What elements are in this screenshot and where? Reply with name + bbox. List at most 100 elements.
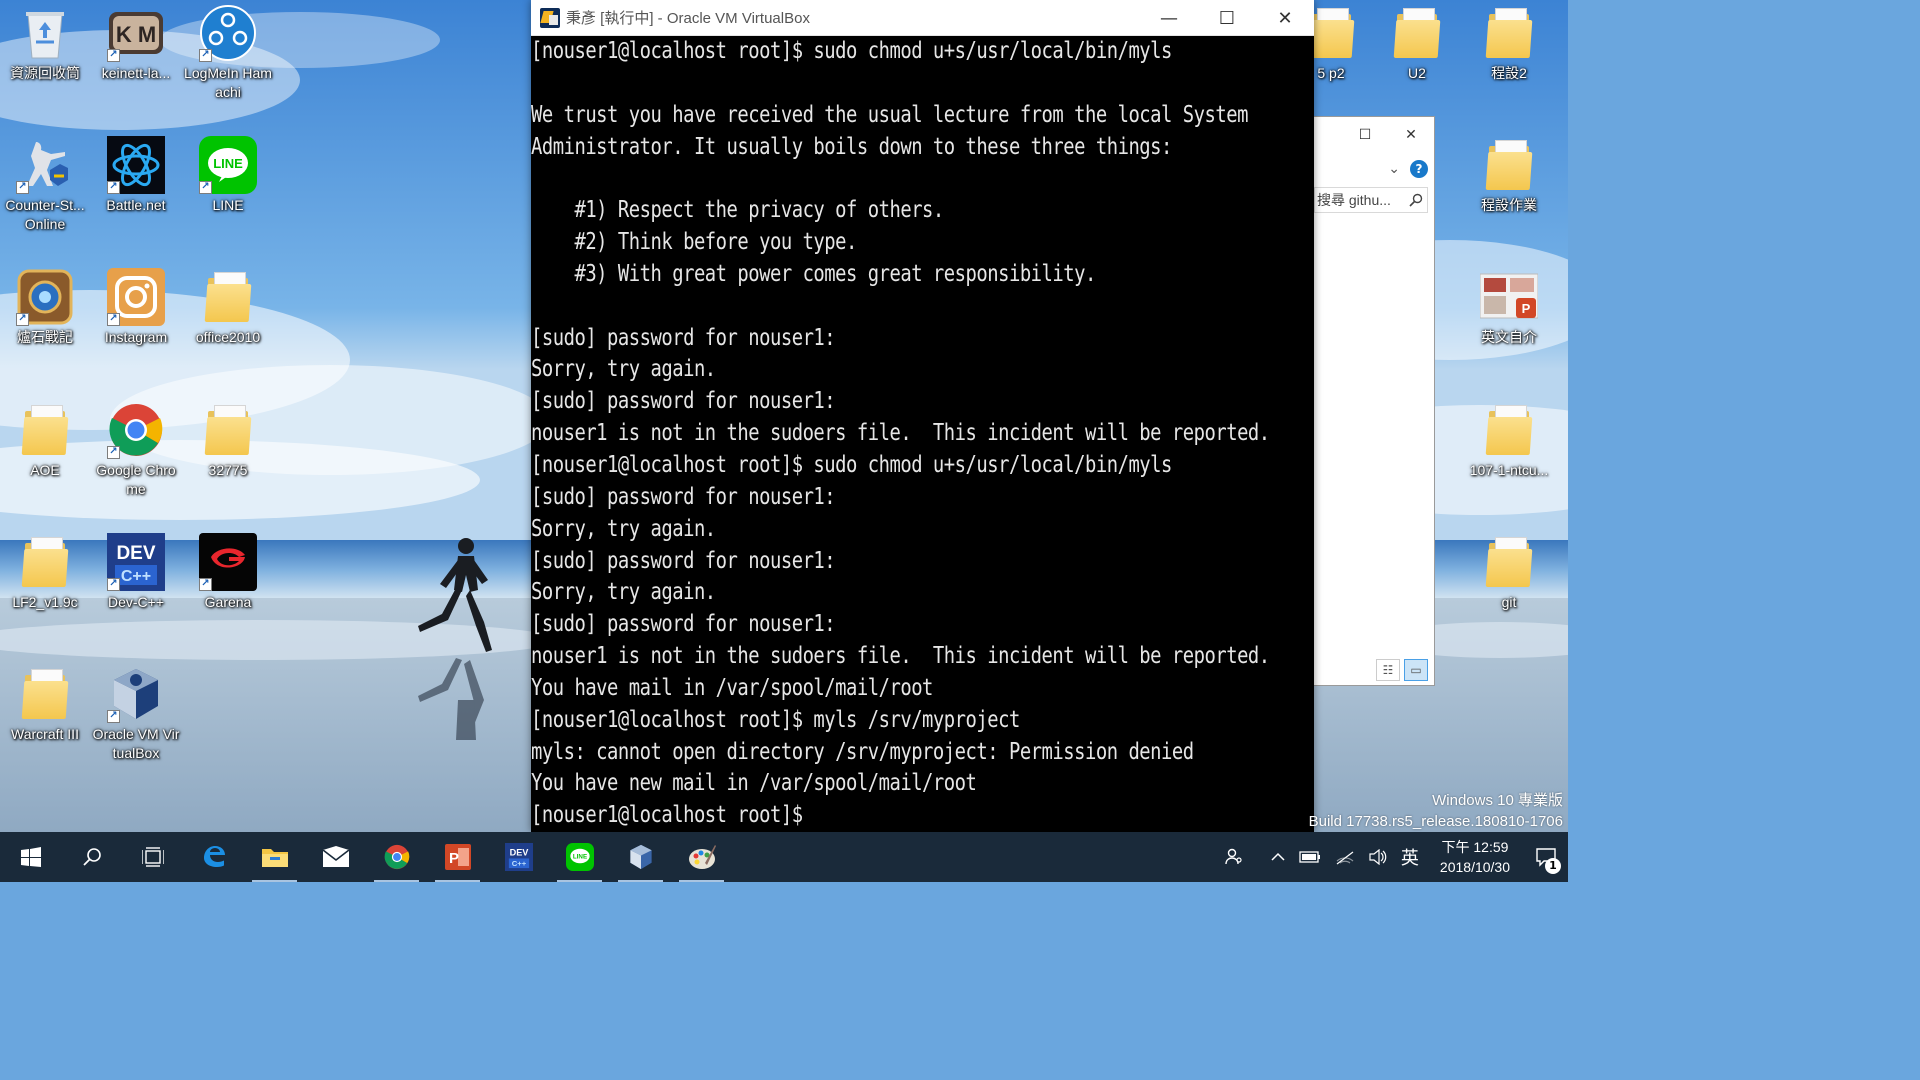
people-icon[interactable] (1217, 832, 1251, 882)
desktop-icon[interactable]: ↗ Instagram (91, 268, 181, 347)
taskbar-edge[interactable] (183, 832, 244, 882)
folder-icon (1480, 533, 1538, 591)
desktop-icon[interactable]: AOE (0, 401, 90, 480)
notification-count-badge: 1 (1545, 858, 1561, 874)
virtualbox-icon (627, 843, 655, 871)
vm-titlebar[interactable]: 秉彥 [執行中] - Oracle VM VirtualBox — ☐ ✕ (531, 0, 1314, 36)
taskbar-file-explorer[interactable] (244, 832, 305, 882)
explorer-search-input[interactable]: 搜尋 githu... (1314, 187, 1428, 213)
folder-icon (16, 533, 74, 591)
desktop-icon[interactable]: 程設2 (1464, 4, 1554, 83)
view-toggle: ☷ ▭ (1376, 659, 1428, 681)
terminal-line: [sudo] password for nouser1: (531, 547, 836, 574)
maximize-button[interactable]: ☐ (1198, 0, 1256, 36)
desktop-icon[interactable]: ↗ Google Chrome (91, 401, 181, 499)
virtualbox-vm-window[interactable]: 秉彥 [執行中] - Oracle VM VirtualBox — ☐ ✕ [n… (531, 0, 1314, 832)
explorer-titlebar: ☐ ✕ (1314, 117, 1434, 153)
shortcut-arrow-icon: ↗ (107, 313, 120, 326)
details-view-button[interactable]: ☷ (1376, 659, 1400, 681)
minimize-button[interactable]: — (1140, 0, 1198, 36)
start-button[interactable] (0, 832, 61, 882)
desktop-icon-label: 爐石戰記 (17, 329, 73, 345)
chrome-icon: ↗ (107, 401, 165, 459)
shortcut-arrow-icon: ↗ (107, 181, 120, 194)
hearthstone-icon: ↗ (16, 268, 74, 326)
volume-icon[interactable] (1362, 832, 1394, 882)
desktop-icon[interactable]: git (1464, 533, 1554, 612)
explorer-maximize-button[interactable]: ☐ (1342, 119, 1388, 151)
svg-text:P: P (1522, 301, 1531, 316)
svg-text:C++: C++ (511, 859, 526, 868)
shortcut-arrow-icon: ↗ (107, 710, 120, 723)
desktop-icon[interactable]: ↗ Garena (183, 533, 273, 612)
terminal-line: Administrator. It usually boils down to … (531, 133, 1172, 160)
devcpp-icon: DEV C++ (504, 843, 533, 871)
desktop-icon-label: Garena (204, 594, 252, 610)
search-button[interactable] (61, 832, 122, 882)
line-icon: LINE ↗ (199, 136, 257, 194)
svg-text:P: P (448, 850, 458, 867)
taskbar-virtualbox[interactable] (610, 832, 671, 882)
desktop-icon[interactable]: ↗ LogMeIn Hamachi (183, 4, 273, 102)
terminal-line: Sorry, try again. (531, 356, 716, 383)
desktop-icon[interactable]: ↗ Battle.net (91, 136, 181, 215)
terminal-line: myls: cannot open directory /srv/myproje… (531, 738, 1194, 765)
desktop-icon[interactable]: P 英文自介 (1464, 268, 1554, 347)
desktop-icon-label: 107-1-ntcu... (1469, 462, 1549, 478)
desktop-icon[interactable]: U2 (1372, 4, 1462, 83)
ime-indicator[interactable]: 英 (1394, 832, 1426, 882)
terminal-line: nouser1 is not in the sudoers file. This… (531, 420, 1270, 447)
desktop-icon[interactable]: K M ↗ keinett-la... (91, 4, 181, 83)
virtualbox-app-icon (540, 7, 560, 28)
virtualbox-icon: ↗ (107, 665, 165, 723)
desktop-icon[interactable]: ↗ Counter-St... Online (0, 136, 90, 234)
taskbar-line[interactable]: LINE (549, 832, 610, 882)
clock[interactable]: 下午 12:59 2018/10/30 (1426, 837, 1524, 877)
desktop-icon-label: Battle.net (106, 197, 166, 213)
desktop-icon[interactable]: 資源回收筒 (0, 4, 90, 83)
vm-window-title: 秉彥 [執行中] - Oracle VM VirtualBox (566, 10, 810, 27)
desktop-icon[interactable]: LINE ↗ LINE (183, 136, 273, 215)
help-icon[interactable]: ? (1410, 160, 1428, 178)
taskbar-devcpp[interactable]: DEV C++ (488, 832, 549, 882)
vm-terminal-screen[interactable]: [nouser1@localhost root]$ sudo chmod u+s… (531, 36, 1314, 832)
taskbar-chrome[interactable] (366, 832, 427, 882)
desktop-icon[interactable]: LF2_v1.9c (0, 533, 90, 612)
terminal-line: nouser1 is not in the sudoers file. This… (531, 643, 1270, 670)
explorer-close-button[interactable]: ✕ (1388, 119, 1434, 151)
terminal-line: #1) Respect the privacy of others. (531, 197, 944, 224)
desktop-icon[interactable]: ↗ Oracle VM VirtualBox (91, 665, 181, 763)
task-view-icon (141, 847, 164, 867)
folder-icon (1480, 136, 1538, 194)
desktop-icon[interactable]: DEV C++ ↗ Dev-C++ (91, 533, 181, 612)
folder-icon (1480, 4, 1538, 62)
desktop-icon-label: office2010 (195, 329, 261, 345)
desktop-icon[interactable]: ↗ 爐石戰記 (0, 268, 90, 347)
action-center-button[interactable]: 1 (1524, 832, 1568, 882)
desktop-icon-label: LF2_v1.9c (12, 594, 78, 610)
desktop-icon[interactable]: 程設作業 (1464, 136, 1554, 215)
task-view-button[interactable] (122, 832, 183, 882)
search-icon (1409, 193, 1423, 207)
chevron-down-icon[interactable]: ⌄ (1388, 161, 1400, 177)
taskbar-mail[interactable] (305, 832, 366, 882)
battery-icon[interactable] (1292, 832, 1328, 882)
large-icons-view-button[interactable]: ▭ (1404, 659, 1428, 681)
windows-build-watermark: Windows 10 專業版 Build 17738.rs5_release.1… (1309, 790, 1563, 832)
taskbar-powerpoint[interactable]: P (427, 832, 488, 882)
desktop-icon[interactable]: office2010 (183, 268, 273, 347)
shortcut-arrow-icon: ↗ (199, 181, 212, 194)
desktop-icon[interactable]: Warcraft III (0, 665, 90, 744)
show-hidden-icons-chevron-icon[interactable] (1251, 832, 1292, 882)
close-button[interactable]: ✕ (1256, 0, 1314, 36)
desktop-icon-label: 資源回收筒 (10, 65, 80, 81)
desktop-icon[interactable]: 107-1-ntcu... (1464, 401, 1554, 480)
desktop-icon-label: Dev-C++ (107, 594, 165, 610)
taskbar-paint[interactable] (671, 832, 732, 882)
folder-icon (1388, 4, 1446, 62)
file-explorer-window[interactable]: ☐ ✕ ⌄ ? 搜尋 githu... ☷ ▭ (1313, 116, 1435, 686)
desktop-icon[interactable]: 32775 (183, 401, 273, 480)
clock-time: 下午 12:59 (1441, 839, 1509, 855)
wifi-icon[interactable] (1328, 832, 1362, 882)
